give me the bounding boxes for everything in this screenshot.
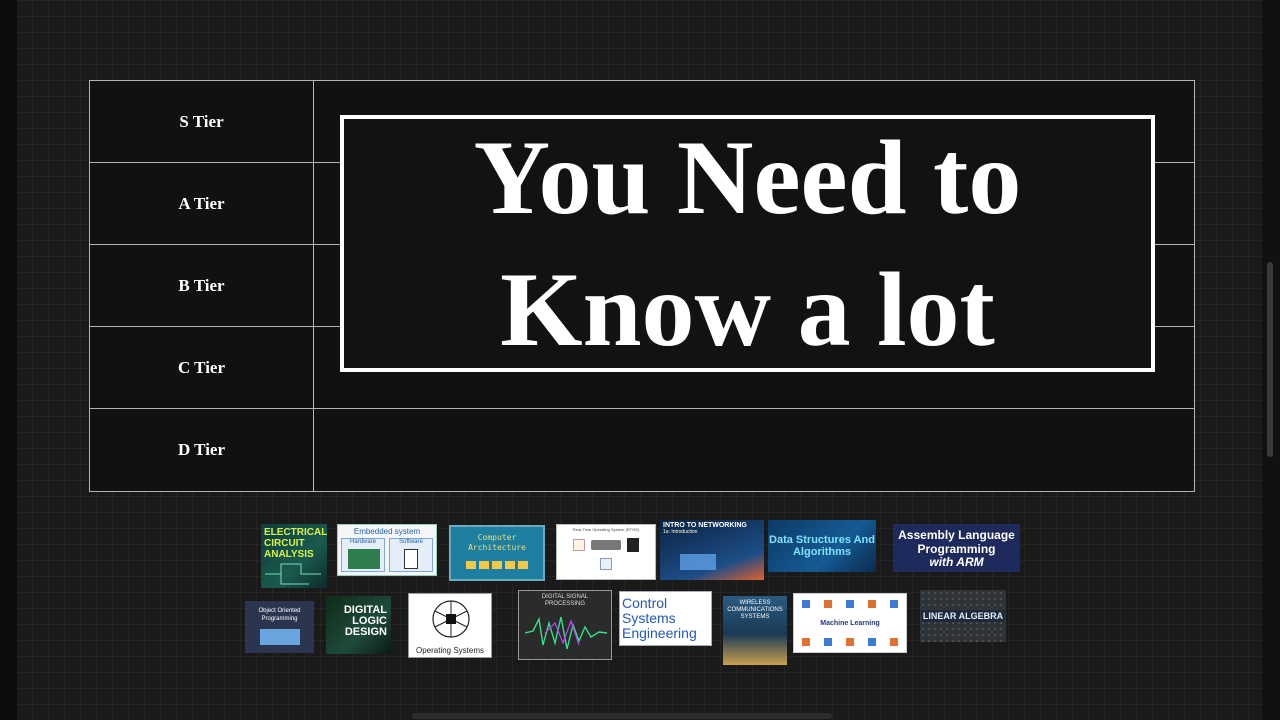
card-intro-to-networking[interactable]: INTRO TO NETWORKING 1a: Introduction — [660, 520, 764, 580]
card-embedded-system[interactable]: Embedded system Hardware Software — [337, 524, 437, 576]
card-title: Machine Learning — [820, 619, 880, 627]
rtos-diagram — [573, 538, 639, 552]
card-digital-logic-design[interactable]: DIGITAL LOGIC DESIGN — [326, 596, 391, 654]
card-digital-signal-processing[interactable]: DIGITAL SIGNAL PROCESSING — [518, 590, 612, 660]
document-icon — [404, 549, 418, 569]
card-title: Real-Time Operating System (RTOS) — [572, 527, 640, 532]
scrollbar-thumb[interactable] — [1267, 262, 1273, 457]
card-electrical-circuit-analysis[interactable]: ELECTRICAL CIRCUIT ANALYSIS — [261, 524, 327, 588]
card-object-oriented-programming[interactable]: Object Oriented Programming — [245, 601, 314, 653]
card-data-structures[interactable]: Data Structures And Algorithms — [768, 520, 876, 572]
code-window-icon — [259, 629, 300, 645]
card-title: DIGITAL LOGIC DESIGN — [343, 603, 387, 638]
chip-row-icon — [466, 561, 528, 569]
card-title: Embedded system — [353, 527, 421, 536]
card-title: Computer Architecture — [468, 533, 526, 552]
waveform-icon — [525, 616, 607, 650]
tier-label-a: A Tier — [90, 163, 314, 244]
card-rtos[interactable]: Real-Time Operating System (RTOS) — [556, 524, 656, 580]
ml-icons-bottom — [802, 638, 898, 646]
horizontal-scrollbar[interactable] — [412, 713, 832, 719]
tier-label-c: C Tier — [90, 327, 314, 408]
card-title: Control Systems Engineering — [622, 595, 697, 641]
hardware-label: Hardware — [349, 539, 376, 545]
headline-line-2: Know a lot — [500, 250, 995, 368]
card-title: Data Structures And Algorithms — [769, 534, 875, 558]
card-computer-architecture[interactable]: Computer Architecture — [449, 525, 545, 581]
tier-drop-zone-d[interactable] — [314, 409, 1194, 491]
card-assembly-arm[interactable]: Assembly Language Programming with ARM — [893, 524, 1020, 572]
left-edge — [0, 0, 17, 720]
tier-label-d: D Tier — [90, 409, 314, 491]
card-title: WIRELESS COMMUNICATIONS SYSTEMS — [727, 600, 783, 620]
software-box: Software — [389, 538, 433, 572]
card-subtitle: with ARM — [929, 554, 984, 569]
card-control-systems-engineering[interactable]: Control Systems Engineering — [619, 591, 712, 646]
tier-label-b: B Tier — [90, 245, 314, 326]
tier-row-d: D Tier — [90, 409, 1194, 491]
cloud-icon — [680, 554, 716, 570]
card-title: Operating Systems — [415, 646, 485, 655]
card-operating-systems[interactable]: Operating Systems — [408, 593, 492, 658]
card-machine-learning[interactable]: Machine Learning — [793, 593, 907, 653]
card-title: ELECTRICAL CIRCUIT ANALYSIS — [264, 527, 327, 560]
card-title: Object Oriented Programming — [258, 608, 301, 622]
pcb-icon — [348, 549, 380, 569]
headline-line-1: You Need to — [473, 118, 1022, 236]
tier-label-s: S Tier — [90, 81, 314, 162]
card-title: DIGITAL SIGNAL PROCESSING — [541, 594, 589, 607]
card-subtitle: 1a: Introduction — [663, 529, 698, 535]
card-title: LINEAR ALGEBRA — [920, 610, 1006, 622]
headline-text: You Need to Know a lot — [474, 112, 1022, 376]
headline-overlay: You Need to Know a lot — [340, 115, 1155, 372]
brain-circuit-icon — [432, 600, 470, 638]
embedded-diagram: Hardware Software — [341, 538, 433, 572]
card-wireless-communications[interactable]: WIRELESS COMMUNICATIONS SYSTEMS — [723, 596, 787, 665]
software-label: Software — [399, 539, 423, 545]
card-title: Assembly Language Programming — [898, 527, 1015, 556]
ml-icons-top — [802, 600, 898, 608]
hardware-box: Hardware — [341, 538, 385, 572]
vertical-scrollbar[interactable] — [1262, 0, 1280, 720]
circuit-icon — [265, 563, 321, 585]
rtos-box-icon — [600, 558, 612, 570]
card-linear-algebra[interactable]: LINEAR ALGEBRA — [920, 590, 1006, 642]
card-title: INTRO TO NETWORKING — [663, 522, 747, 529]
